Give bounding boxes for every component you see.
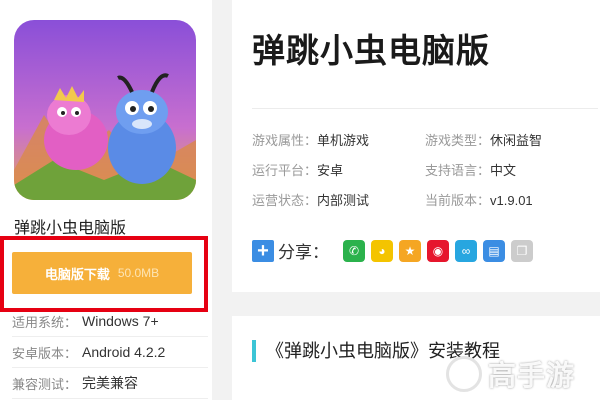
attribute-item: 运营状态：内部测试 [252, 190, 425, 209]
download-highlight-box: 电脑版下载 50.0MB [0, 236, 208, 312]
site-watermark: 高手游 [446, 354, 575, 394]
game-info-sidebar: 弹跳小虫电脑版 电脑版下载 50.0MB 适用系统： Windows 7+ 安卓… [0, 0, 212, 400]
attribute-key: 运行平台： [252, 162, 318, 178]
attribute-value: 单机游戏 [317, 132, 370, 148]
meta-key: 安卓版本： [12, 345, 78, 361]
share-label: 分享： [278, 243, 329, 262]
attribute-item: 游戏类型：休闲益智 [425, 130, 598, 149]
attribute-item: 支持语言：中文 [425, 160, 598, 179]
share-icon-list: ✆ ◕ ★ ◉ ∞ ▤ ❐ [343, 239, 539, 262]
attribute-item: 运行平台：安卓 [252, 160, 425, 179]
qzone-icon[interactable]: ★ [399, 239, 421, 262]
meta-row-android: 安卓版本： Android 4.2.2 [12, 337, 208, 368]
attribute-key: 游戏类型： [425, 132, 491, 148]
attribute-key: 当前版本： [425, 192, 491, 208]
divider [252, 108, 598, 109]
attribute-key: 游戏属性： [252, 132, 318, 148]
game-attributes: 游戏属性：单机游戏 游戏类型：休闲益智 运行平台：安卓 支持语言：中文 运营状态… [252, 124, 598, 214]
game-detail-panel: 弹跳小虫电脑版 游戏属性：单机游戏 游戏类型：休闲益智 运行平台：安卓 支持语言… [232, 0, 600, 292]
download-button-label: 电脑版下载 [44, 266, 110, 282]
meta-value: Windows 7+ [82, 313, 159, 329]
print-icon[interactable]: ▤ [483, 239, 505, 262]
share-bar: + 分享： ✆ ◕ ★ ◉ ∞ ▤ ❐ [252, 238, 539, 263]
meta-key: 兼容测试： [12, 376, 78, 392]
attribute-key: 支持语言： [425, 162, 491, 178]
attribute-row: 游戏属性：单机游戏 游戏类型：休闲益智 [252, 124, 598, 154]
meta-value: Android 4.2.2 [82, 344, 166, 360]
section-accent-bar [252, 340, 256, 362]
meta-row-system: 适用系统： Windows 7+ [12, 306, 208, 337]
plus-icon[interactable]: + [252, 239, 274, 262]
qq-icon[interactable]: ◕ [371, 239, 393, 262]
attribute-key: 运营状态： [252, 192, 318, 208]
weibo-icon[interactable]: ◉ [427, 239, 449, 262]
attribute-row: 运行平台：安卓 支持语言：中文 [252, 154, 598, 184]
site-logo-icon [446, 356, 482, 392]
meta-row-compat: 兼容测试： 完美兼容 [12, 368, 208, 399]
tencent-weibo-icon[interactable]: ∞ [455, 239, 477, 262]
game-artwork [14, 20, 196, 200]
copy-icon[interactable]: ❐ [511, 239, 533, 262]
attribute-value: 安卓 [317, 162, 344, 178]
attribute-value: 内部测试 [317, 192, 370, 208]
attribute-value: 休闲益智 [490, 132, 543, 148]
attribute-item: 游戏属性：单机游戏 [252, 130, 425, 149]
download-file-size: 50.0MB [117, 266, 160, 280]
pc-download-button[interactable]: 电脑版下载 50.0MB [12, 252, 192, 294]
meta-value: 完美兼容 [82, 375, 138, 391]
page: 弹跳小虫电脑版 电脑版下载 50.0MB 适用系统： Windows 7+ 安卓… [0, 0, 600, 400]
attribute-value: 中文 [490, 162, 517, 178]
page-title: 弹跳小虫电脑版 [252, 32, 490, 69]
game-name: 弹跳小虫电脑版 [14, 220, 127, 237]
attribute-row: 运营状态：内部测试 当前版本：v1.9.01 [252, 184, 598, 214]
game-icon-image[interactable] [14, 20, 196, 200]
wechat-icon[interactable]: ✆ [343, 239, 365, 262]
meta-key: 适用系统： [12, 314, 78, 330]
attribute-value: v1.9.01 [490, 192, 533, 208]
attribute-item: 当前版本：v1.9.01 [425, 190, 598, 209]
watermark-text: 高手游 [488, 360, 576, 391]
game-meta-list: 适用系统： Windows 7+ 安卓版本： Android 4.2.2 兼容测… [12, 306, 208, 399]
